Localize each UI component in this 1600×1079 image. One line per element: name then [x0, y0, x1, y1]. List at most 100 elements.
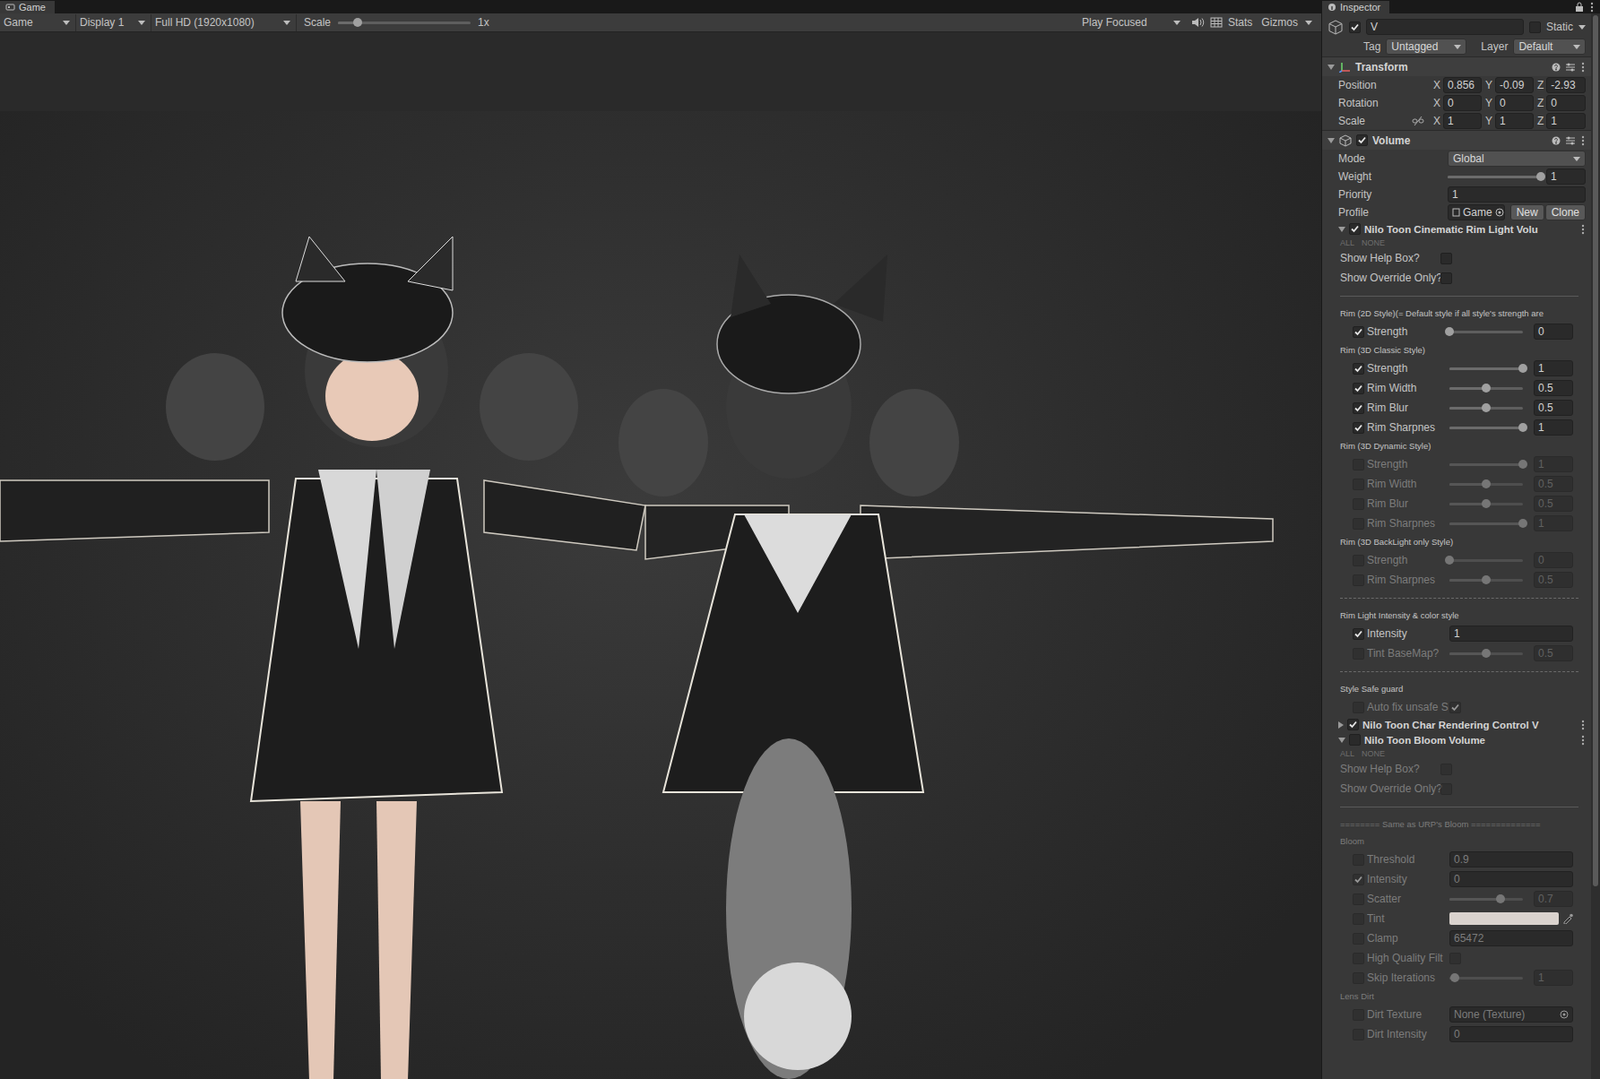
menu-icon[interactable] — [1580, 135, 1586, 147]
value-field[interactable]: 1 — [1533, 969, 1574, 986]
override-enabled-checkbox[interactable] — [1349, 734, 1361, 746]
value-field[interactable]: 0 — [1533, 323, 1574, 340]
menu-icon[interactable] — [1580, 735, 1586, 746]
foldout-arrow-icon[interactable] — [1338, 226, 1346, 233]
slider-track[interactable] — [1449, 559, 1523, 563]
slider-thumb[interactable] — [1518, 423, 1528, 433]
slider-value[interactable]: 0 — [1538, 325, 1545, 338]
slider-value[interactable]: 0.5 — [1538, 573, 1554, 587]
scrollbar-thumb[interactable] — [1592, 15, 1599, 887]
weight-field[interactable]: 1 — [1546, 168, 1586, 185]
slider-thumb[interactable] — [1481, 648, 1491, 658]
field-value[interactable]: 65472 — [1453, 932, 1484, 945]
slider-thumb[interactable] — [1518, 459, 1528, 469]
value-checkbox[interactable] — [1449, 701, 1462, 714]
override-checkbox[interactable] — [1352, 1009, 1365, 1021]
object-field[interactable]: None (Texture) — [1449, 1006, 1574, 1023]
menu-icon[interactable] — [1580, 224, 1586, 235]
toggle-checkbox[interactable] — [1440, 252, 1453, 265]
value-field[interactable]: 65472 — [1449, 930, 1574, 947]
slider-value[interactable]: 1 — [1538, 517, 1545, 530]
override-checkbox[interactable] — [1352, 422, 1365, 434]
help-icon[interactable] — [1551, 136, 1561, 146]
override-checkbox[interactable] — [1352, 648, 1365, 660]
clone-button[interactable]: Clone — [1545, 204, 1586, 221]
slider-track[interactable] — [1447, 175, 1541, 179]
value-field[interactable]: 1 — [1533, 419, 1574, 436]
presets-icon[interactable] — [1565, 61, 1576, 73]
override-enabled-checkbox[interactable] — [1347, 718, 1359, 731]
value-field[interactable]: 0 — [1449, 1026, 1574, 1043]
slider-thumb[interactable] — [1481, 383, 1491, 393]
axis-value[interactable]: 1 — [1447, 114, 1454, 128]
value-field[interactable]: 0.7 — [1533, 890, 1574, 908]
tag-dropdown[interactable]: Untagged — [1385, 38, 1467, 55]
slider-value[interactable]: 0.5 — [1538, 647, 1554, 660]
override-checkbox[interactable] — [1352, 402, 1365, 415]
layer-dropdown[interactable]: Default — [1513, 38, 1586, 55]
value-field[interactable]: 1 — [1533, 515, 1574, 532]
value-field[interactable]: 0.5 — [1533, 495, 1574, 512]
foldout-arrow-icon[interactable] — [1338, 721, 1344, 729]
slider-value[interactable]: 1 — [1538, 971, 1545, 985]
slider-track[interactable] — [1449, 463, 1523, 467]
object-picker-icon[interactable] — [1495, 207, 1505, 217]
override-checkbox[interactable] — [1352, 574, 1365, 587]
value-field[interactable]: 0.5 — [1533, 475, 1574, 493]
gizmos-dropdown[interactable]: Gizmos — [1257, 14, 1318, 32]
override-checkbox[interactable] — [1352, 518, 1365, 530]
active-checkbox[interactable] — [1349, 21, 1361, 34]
axis-value[interactable]: 0 — [1447, 96, 1454, 110]
eyedropper-icon[interactable] — [1562, 913, 1574, 925]
slider-value[interactable]: 0.5 — [1538, 477, 1554, 491]
slider-value[interactable]: 1 — [1538, 458, 1545, 471]
foldout-arrow-icon[interactable] — [1338, 737, 1346, 744]
override-checkbox[interactable] — [1352, 854, 1365, 866]
constrain-proportions-icon[interactable] — [1411, 115, 1425, 127]
value-field[interactable]: 0.5 — [1533, 380, 1574, 397]
slider-value[interactable]: 0.5 — [1538, 401, 1554, 415]
override-checkbox[interactable] — [1352, 972, 1365, 985]
name-field[interactable]: V — [1366, 18, 1524, 35]
object-picker-icon[interactable] — [1559, 1010, 1569, 1020]
slider-thumb[interactable] — [1518, 363, 1528, 373]
static-checkbox[interactable] — [1529, 21, 1541, 34]
slider-track[interactable] — [1449, 522, 1523, 526]
slider-track[interactable] — [1449, 483, 1523, 486]
all-button[interactable]: ALL — [1340, 238, 1355, 248]
lock-icon[interactable] — [1574, 1, 1584, 13]
value-field[interactable]: 1 — [1533, 456, 1574, 473]
slider-track[interactable] — [1449, 977, 1523, 980]
field-value[interactable]: 1 — [1453, 627, 1461, 640]
slider-thumb[interactable] — [1444, 555, 1454, 565]
slider-thumb[interactable] — [1496, 894, 1505, 904]
number-field[interactable]: -0.09 — [1495, 77, 1534, 94]
none-button[interactable]: NONE — [1361, 238, 1385, 248]
constrain-proportions-icon[interactable] — [1411, 79, 1425, 91]
slider-thumb[interactable] — [1481, 403, 1491, 413]
all-button[interactable]: ALL — [1340, 749, 1355, 759]
slider-thumb[interactable] — [1444, 327, 1454, 337]
play-mode-dropdown[interactable]: Play Focused — [1078, 14, 1186, 32]
override-checkbox[interactable] — [1352, 933, 1365, 945]
slider-track[interactable] — [1449, 367, 1523, 371]
number-field[interactable]: 0.856 — [1443, 77, 1482, 94]
number-field[interactable]: 0 — [1495, 95, 1534, 112]
override-checkbox[interactable] — [1352, 478, 1365, 491]
axis-value[interactable]: 0.856 — [1447, 78, 1475, 92]
override-checkbox[interactable] — [1352, 1029, 1365, 1041]
object-name[interactable]: V — [1370, 20, 1378, 34]
override-enabled-checkbox[interactable] — [1349, 223, 1361, 235]
slider-value[interactable]: 1 — [1538, 421, 1545, 434]
game-tab[interactable]: Game — [0, 0, 55, 14]
value-field[interactable]: 0 — [1533, 552, 1574, 569]
component-header[interactable]: Volume — [1322, 129, 1592, 150]
weight-value[interactable]: 1 — [1550, 170, 1557, 183]
toggle-checkbox[interactable] — [1440, 783, 1453, 796]
component-header[interactable]: Transform — [1322, 56, 1592, 77]
override-checkbox[interactable] — [1352, 893, 1365, 906]
number-field[interactable]: 0 — [1443, 95, 1482, 112]
object-value[interactable]: None (Texture) — [1453, 1007, 1525, 1022]
value-field[interactable]: 0.5 — [1533, 571, 1574, 589]
priority-value[interactable]: 1 — [1452, 188, 1459, 201]
